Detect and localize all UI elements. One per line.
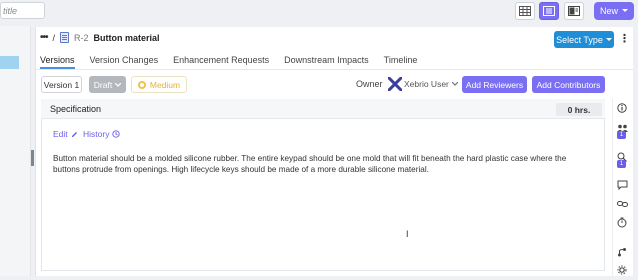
status-label: Draft (93, 79, 113, 90)
tab-enhancement-requests[interactable]: Enhancement Requests (173, 55, 269, 69)
list-icon (543, 6, 555, 16)
breadcrumb-separator: / (52, 32, 56, 43)
grid-icon (519, 6, 531, 16)
owner-name: Xebrio User (404, 79, 449, 89)
resize-handle[interactable] (31, 150, 34, 166)
edit-label: Edit (53, 129, 68, 139)
priority-icon (137, 80, 146, 89)
chevron-down-icon (622, 9, 628, 12)
grid-view-button[interactable] (515, 2, 535, 20)
gear-icon[interactable] (616, 264, 628, 276)
priority-button[interactable]: Medium (131, 76, 187, 93)
link-icon[interactable] (616, 198, 628, 210)
list-view-button[interactable] (539, 2, 559, 20)
tab-timeline[interactable]: Timeline (384, 55, 418, 69)
specification-title: Specification (50, 104, 102, 114)
clock-icon (112, 130, 121, 138)
requirement-id: R-2 (74, 32, 89, 43)
add-reviewers-button[interactable]: Add Reviewers (462, 76, 527, 93)
hours-badge: 0 hrs. (556, 103, 602, 116)
chevron-down-icon (451, 82, 458, 86)
owner-avatar (388, 77, 402, 91)
owner-label: Owner (356, 79, 383, 89)
info-icon[interactable] (616, 102, 628, 114)
page-title: Button material (93, 32, 160, 43)
priority-label: Medium (149, 79, 181, 90)
status-dropdown[interactable]: Draft (89, 76, 126, 93)
timer-icon[interactable] (616, 216, 628, 228)
tab-version-changes[interactable]: Version Changes (90, 55, 159, 69)
select-type-button[interactable]: Select Type (554, 31, 614, 48)
more-options-button[interactable]: ⋮ (619, 32, 630, 45)
pencil-icon (71, 131, 77, 137)
left-panel-selected-row[interactable] (0, 56, 19, 69)
specification-body[interactable]: Button material should be a molded silic… (53, 153, 581, 175)
tab-versions[interactable]: Versions (40, 55, 75, 69)
contributors-count-badge: 1 (617, 160, 626, 168)
select-type-label: Select Type (556, 34, 603, 45)
tab-divider (35, 69, 633, 70)
edit-link[interactable]: Edit (53, 129, 78, 139)
specification-card (41, 99, 605, 271)
text-cursor-icon: I (406, 229, 409, 239)
tab-bar: Versions Version Changes Enhancement Req… (40, 55, 432, 69)
search-input[interactable]: title (0, 2, 45, 19)
version-select[interactable]: Version 1 (41, 76, 82, 93)
specification-header (41, 99, 605, 119)
tab-downstream-impacts[interactable]: Downstream Impacts (284, 55, 369, 69)
history-label: History (83, 129, 110, 139)
branch-icon[interactable] (616, 246, 628, 258)
requirement-icon (60, 32, 70, 43)
owner-dropdown[interactable]: Xebrio User (404, 79, 458, 89)
new-button-label: New (599, 6, 618, 16)
chevron-down-icon (115, 82, 122, 87)
history-link[interactable]: History (83, 129, 121, 139)
add-contributors-button[interactable]: Add Contributors (532, 76, 605, 93)
breadcrumb: ••• / R-2 Button material (40, 32, 160, 43)
breadcrumb-ellipsis[interactable]: ••• (40, 32, 48, 43)
comment-icon[interactable] (616, 179, 628, 191)
panel-icon (568, 6, 580, 16)
chevron-down-icon (605, 37, 612, 41)
new-button[interactable]: New (594, 2, 634, 20)
reviewers-count-badge: 1 (617, 131, 626, 139)
panel-view-button[interactable] (564, 2, 584, 20)
